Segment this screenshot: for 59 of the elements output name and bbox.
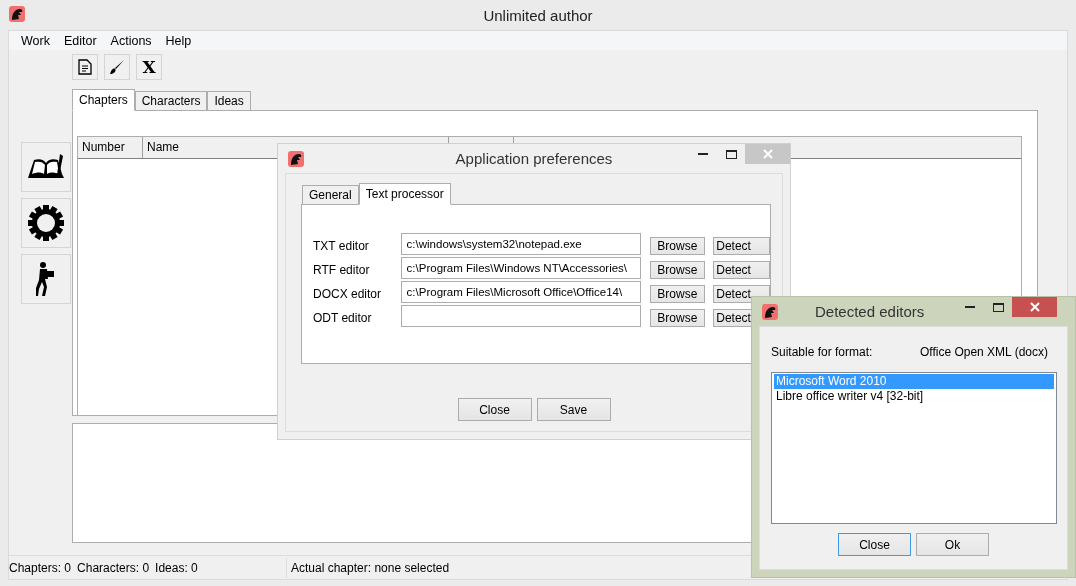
detect-button[interactable]: Detect [713, 260, 770, 279]
close-icon [1029, 302, 1040, 312]
x-label: X [142, 57, 156, 77]
status-count: Characters: 0 [77, 560, 150, 575]
toolbar-button[interactable]: X [136, 54, 162, 80]
field-label: DOCX editor [313, 286, 383, 301]
dialog-button[interactable]: Close [838, 533, 911, 556]
close-button[interactable] [1012, 297, 1057, 317]
dialog-title: Detected editors [815, 303, 925, 320]
field-label: RTF editor [313, 262, 371, 277]
dialog-button[interactable]: Close [457, 398, 532, 421]
minimize-icon [698, 153, 708, 155]
menu-item[interactable]: Editor [56, 33, 104, 48]
document-icon [78, 59, 92, 75]
app-logo-icon [9, 6, 25, 22]
status-count: Ideas: 0 [155, 560, 198, 575]
close-icon [762, 149, 773, 159]
column-header[interactable]: Number [78, 137, 143, 158]
path-field[interactable]: c:\Program Files\Windows NT\Accessories\ [400, 257, 641, 279]
browse-button[interactable]: Browse [649, 236, 706, 255]
app-logo-icon [288, 151, 304, 167]
dialog-button[interactable]: Save [536, 398, 611, 421]
minimize-icon [965, 306, 975, 308]
status-chapter: Actual chapter: none selected [290, 560, 450, 575]
path-field[interactable]: c:\windows\system32\notepad.exe [400, 233, 641, 255]
sidebar-button[interactable] [21, 142, 71, 192]
dialog-title: Application preferences [455, 150, 613, 167]
browse-button[interactable]: Browse [649, 284, 706, 303]
format-value: Office Open XML (docx) [919, 345, 1048, 359]
menu-item[interactable]: Actions [103, 33, 159, 48]
field-label: ODT editor [313, 310, 373, 325]
format-label: Suitable for format: [771, 345, 873, 359]
toolbar-button[interactable] [104, 54, 130, 80]
path-field[interactable]: c:\Program Files\Microsoft Office\Office14\ [400, 281, 641, 303]
browse-button[interactable]: Browse [649, 308, 706, 327]
dialog-button[interactable]: Ok [916, 533, 989, 556]
sidebar-button[interactable] [21, 198, 71, 248]
tab[interactable]: Text processor [358, 183, 451, 205]
toolbar-button[interactable] [72, 54, 98, 80]
tab[interactable]: Characters [134, 91, 208, 110]
path-field[interactable] [400, 305, 641, 327]
person-carrying-box-icon [36, 261, 56, 297]
menu-item[interactable]: Help [158, 33, 199, 48]
field-label: TXT editor [313, 238, 370, 253]
menu-item[interactable]: Work [14, 33, 57, 48]
tab[interactable]: Ideas [207, 91, 251, 110]
tab[interactable]: General [302, 185, 359, 204]
status-count: Chapters: 0 [9, 560, 72, 575]
sidebar-button[interactable] [21, 254, 71, 304]
maximize-icon [992, 302, 1004, 312]
detect-button[interactable]: Detect [713, 236, 770, 255]
gear-icon [27, 204, 65, 242]
tab[interactable]: Chapters [72, 89, 135, 111]
window-title: Unlimited author [483, 6, 593, 24]
brush-icon [109, 59, 125, 75]
list-item[interactable]: Libre office writer v4 [32-bit] [774, 389, 1054, 404]
browse-button[interactable]: Browse [649, 260, 706, 279]
maximize-icon [725, 149, 737, 159]
app-logo-icon [762, 304, 778, 320]
